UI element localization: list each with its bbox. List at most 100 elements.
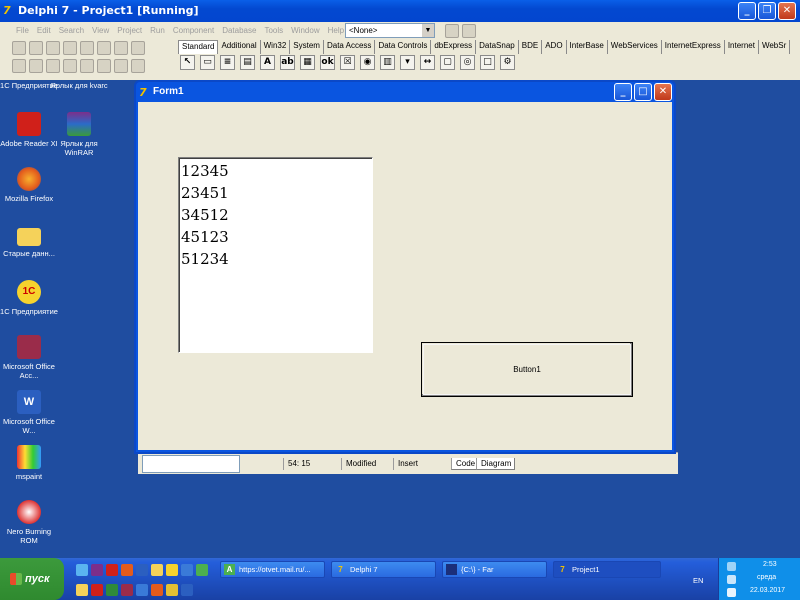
desktop-icon-firefox[interactable]: Mozilla Firefox [0,167,58,203]
ide-titlebar[interactable]: 7 Delphi 7 - Project1 [Running] _ ❐ ✕ [0,0,800,22]
add-file-icon[interactable] [97,41,111,55]
1c-enterprise-icon[interactable] [166,564,178,576]
word-icon[interactable] [136,564,148,576]
menu-view[interactable]: View [88,22,113,40]
help-icon[interactable] [131,41,145,55]
tab-data-controls[interactable]: Data Controls [375,40,432,54]
desktop-icon-old-data[interactable]: Старые данн... [0,225,58,258]
tab-interbase[interactable]: InterBase [567,40,608,54]
minimize-button[interactable]: _ [738,2,756,20]
menu-database[interactable]: Database [218,22,260,40]
access-icon[interactable] [121,584,133,596]
tab-webservices[interactable]: WebServices [608,40,662,54]
chevron-down-icon[interactable]: ▼ [422,24,434,37]
clock-time[interactable]: 2:53 [763,561,777,568]
tab-system[interactable]: System [290,40,324,54]
adobe-reader-icon[interactable] [91,584,103,596]
browser-icon[interactable] [196,564,208,576]
tab-dbexpress[interactable]: dbExpress [431,40,477,54]
pointer-arrow-icon[interactable]: ↖ [180,55,195,70]
firefox-icon[interactable] [151,584,163,596]
memo1[interactable]: 12345 23451 34512 45123 51234 [178,157,373,353]
memo-icon[interactable]: ▦ [300,55,315,70]
tab-ado[interactable]: ADO [542,40,567,54]
explorer-icon[interactable] [76,584,88,596]
open-icon[interactable] [29,41,43,55]
network-icon[interactable] [727,562,736,571]
desktop-icon-ms-access[interactable]: Microsoft Office Acc... [0,335,58,380]
word-icon[interactable] [181,584,193,596]
volume-icon[interactable] [727,575,736,584]
language-indicator[interactable]: EN [693,576,703,585]
tab-diagram[interactable]: Diagram [476,458,516,470]
taskbar-button-project1[interactable]: 7 Project1 [553,561,661,578]
save-desktop-icon[interactable] [445,24,459,38]
tab-internetexpress[interactable]: InternetExpress [662,40,725,54]
outlook-icon[interactable] [181,564,193,576]
tab-websnap[interactable]: WebSr [759,40,791,54]
pause-icon[interactable] [97,59,111,73]
mspaint-icon[interactable] [166,584,178,596]
menu-project[interactable]: Project [113,22,146,40]
radiogroup-icon[interactable]: ◎ [460,55,475,70]
frame-icon[interactable]: ▭ [200,55,215,70]
desktop-icon-mspaint[interactable]: mspaint [0,445,58,481]
excel-icon[interactable] [106,584,118,596]
new-form-icon[interactable] [63,59,77,73]
toggle-form-unit-icon[interactable] [46,59,60,73]
desktop-layout-combo[interactable]: <None> ▼ [345,23,435,38]
tab-data-access[interactable]: Data Access [324,40,376,54]
minimize-button[interactable]: _ [614,83,632,101]
taskbar-button-browser[interactable]: A https://otvet.mail.ru/... [220,561,325,578]
groupbox-icon[interactable]: ▢ [440,55,455,70]
taskbar-button-far[interactable]: {C:\} - Far [442,561,547,578]
combobox-icon[interactable]: ▾ [400,55,415,70]
trace-into-icon[interactable] [114,59,128,73]
menu-tools[interactable]: Tools [260,22,287,40]
menu-component[interactable]: Component [169,22,218,40]
panel-icon[interactable]: □ [480,55,495,70]
desktop-icon-ms-word[interactable]: W Microsoft Office W... [0,390,58,435]
view-unit-icon[interactable] [12,59,26,73]
save-icon[interactable] [46,41,60,55]
tab-datasnap[interactable]: DataSnap [476,40,519,54]
tab-win32[interactable]: Win32 [261,40,291,54]
tab-internet[interactable]: Internet [725,40,759,54]
menu-window[interactable]: Window [287,22,323,40]
step-over-icon[interactable] [131,59,145,73]
outlook-icon[interactable] [136,584,148,596]
security-icon[interactable] [727,588,736,597]
run-icon[interactable] [80,59,94,73]
actionlist-icon[interactable]: ⚙ [500,55,515,70]
listbox-icon[interactable]: ▥ [380,55,395,70]
desktop-icon-winrar[interactable]: Ярлык для WinRAR [50,112,108,157]
restore-button[interactable]: ❐ [758,2,776,20]
tab-bde[interactable]: BDE [519,40,543,54]
open-project-icon[interactable] [80,41,94,55]
menu-edit[interactable]: Edit [33,22,55,40]
edit-icon[interactable]: ab [280,55,295,70]
tab-standard[interactable]: Standard [178,40,219,54]
remove-file-icon[interactable] [114,41,128,55]
popupmenu-icon[interactable]: ▤ [240,55,255,70]
checkbox-icon[interactable]: ☒ [340,55,355,70]
desktop-icon-nero[interactable]: Nero Burning ROM [0,500,58,545]
scrollbar-icon[interactable]: ↔ [420,55,435,70]
maximize-button[interactable]: □ [634,83,652,101]
new-icon[interactable] [12,41,26,55]
menu-search[interactable]: Search [55,22,88,40]
firefox-icon[interactable] [121,564,133,576]
adobe-reader-icon[interactable] [106,564,118,576]
show-desktop-icon[interactable] [76,564,88,576]
folder-icon[interactable] [151,564,163,576]
winrar-icon[interactable] [91,564,103,576]
close-button[interactable]: ✕ [778,2,796,20]
desktop-icon-1c-2[interactable]: 1С 1C Предприятие [0,280,58,316]
button-icon[interactable]: ok [320,55,335,70]
tab-code[interactable]: Code [451,458,480,470]
view-form-icon[interactable] [29,59,43,73]
label-icon[interactable]: A [260,55,275,70]
debug-desktop-icon[interactable] [462,24,476,38]
taskbar-button-delphi[interactable]: 7 Delphi 7 [331,561,436,578]
save-all-icon[interactable] [63,41,77,55]
